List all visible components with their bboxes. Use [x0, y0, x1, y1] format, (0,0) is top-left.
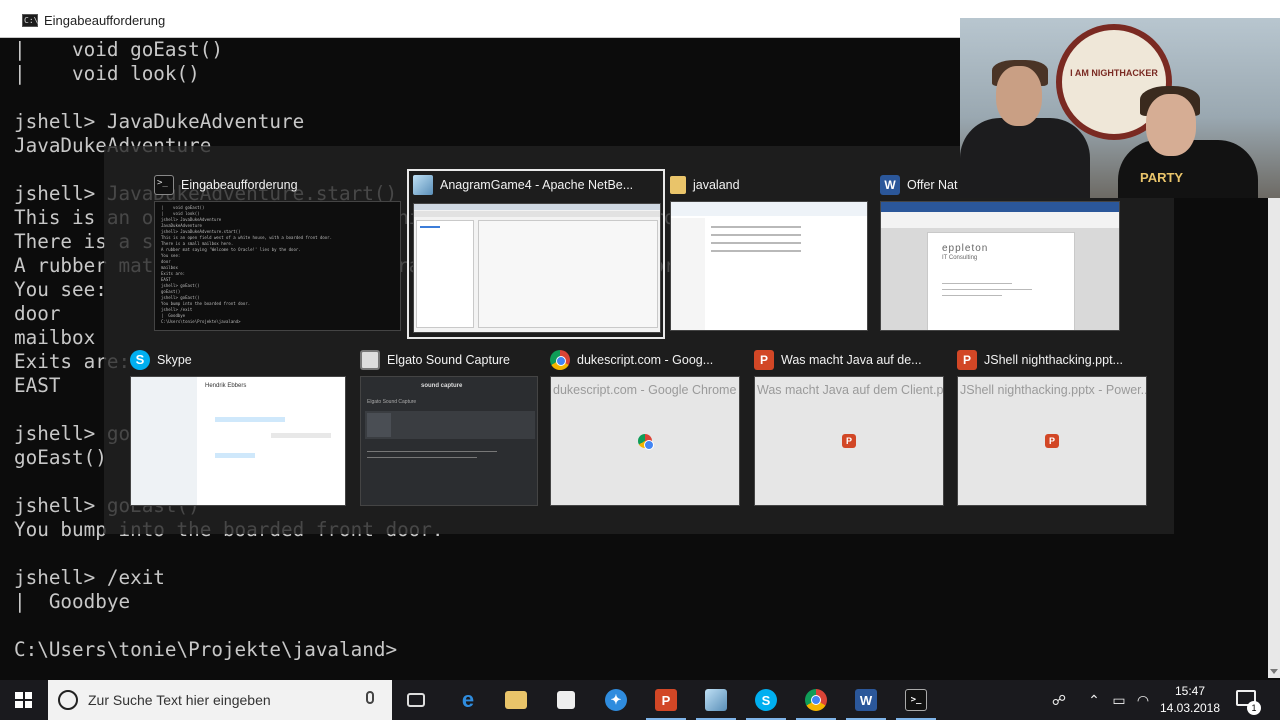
console-line: C:\Users\tonie\Projekte\javaland>: [14, 638, 398, 661]
elgato-icon: [360, 350, 380, 370]
cmd-icon: C:\: [22, 14, 39, 27]
console-line: jshell> /exit: [14, 566, 165, 589]
window-thumbnail: JShell nighthacking.pptx - Power... P: [957, 376, 1147, 506]
start-button[interactable]: [0, 680, 48, 720]
task-card-label: Skype: [157, 353, 192, 367]
taskbar-chrome[interactable]: [792, 680, 840, 720]
shirt-text: PARTY: [1140, 170, 1184, 185]
compass-icon: ✦: [605, 689, 627, 711]
chrome-icon: [638, 434, 654, 450]
wifi-icon[interactable]: ◠: [1132, 680, 1154, 720]
task-switcher: Eingabeaufforderung | void goEast()| voi…: [104, 146, 1174, 534]
task-card-label: javaland: [693, 178, 740, 192]
edge-icon: e: [461, 687, 475, 712]
window-thumbnail: [670, 201, 868, 331]
task-card-cmd[interactable]: Eingabeaufforderung | void goEast()| voi…: [154, 171, 404, 331]
taskbar-skype[interactable]: S: [742, 680, 790, 720]
powerpoint-icon: P: [655, 689, 677, 711]
task-card-label: JShell nighthacking.ppt...: [984, 353, 1123, 367]
clock-time: 15:47: [1174, 684, 1206, 698]
window-thumbnail: | void goEast() | void look() jshell> Java…: [154, 201, 401, 331]
logo-text: I AM NIGHTHACKER: [1070, 68, 1158, 78]
taskbar-store[interactable]: [542, 680, 590, 720]
netbeans-icon: [705, 689, 727, 711]
cortana-icon: [58, 690, 78, 710]
task-card-label: dukescript.com - Goog...: [577, 353, 714, 367]
window-thumbnail: Was macht Java auf dem Client.p... P: [754, 376, 944, 506]
scroll-down-icon[interactable]: [1270, 669, 1278, 674]
powerpoint-icon: P: [842, 434, 856, 448]
desktop: C:\ Eingabeaufforderung | void goEast() |…: [0, 0, 1280, 720]
task-card-label: Eingabeaufforderung: [181, 178, 298, 192]
task-card-powerpoint-1[interactable]: P Was macht Java auf de... Was macht Jav…: [754, 346, 946, 508]
file-explorer-icon: [505, 691, 527, 709]
word-icon: W: [855, 689, 877, 711]
thumbnail-placeholder-text: dukescript.com - Google Chrome: [553, 383, 737, 397]
task-card-netbeans[interactable]: AnagramGame4 - Apache NetBe...: [407, 169, 665, 339]
window-thumbnail: dukescript.com - Google Chrome: [550, 376, 740, 506]
battery-icon[interactable]: ▭: [1108, 680, 1130, 720]
netbeans-icon: [413, 175, 433, 195]
task-card-label: Elgato Sound Capture: [387, 353, 511, 367]
cmd-icon: >_: [905, 689, 927, 711]
presenter-left: [960, 118, 1090, 198]
notification-count: 1: [1247, 701, 1261, 715]
powerpoint-icon: P: [754, 350, 774, 370]
tray-chevron-icon[interactable]: ⌃: [1084, 680, 1104, 720]
console-thumbnail-line: C:\Users\tonie\Projekte\javaland>: [161, 319, 241, 324]
thumbnail-placeholder-text: Was macht Java auf dem Client.p...: [757, 383, 944, 397]
taskbar-powerpoint[interactable]: P: [642, 680, 690, 720]
window-title: Eingabeaufforderung: [44, 13, 166, 28]
console-line: | Goodbye: [14, 590, 131, 613]
task-card-chrome[interactable]: dukescript.com - Goog... dukescript.com …: [550, 346, 742, 508]
app-header: sound capture: [421, 383, 463, 389]
taskbar-file-explorer[interactable]: [492, 680, 540, 720]
task-card-powerpoint-2[interactable]: P JShell nighthacking.ppt... JShell nigh…: [957, 346, 1149, 508]
task-card-elgato[interactable]: Elgato Sound Capture sound capture Elgat…: [360, 346, 540, 508]
task-view-button[interactable]: [392, 680, 440, 720]
app-title: Elgato Sound Capture: [367, 399, 417, 405]
window-thumbnail: [413, 203, 661, 333]
console-thumbnail-text: | void goEast() | void look() jshell> Java…: [155, 202, 400, 328]
thumbnail-placeholder-text: JShell nighthacking.pptx - Power...: [960, 383, 1147, 397]
task-card-skype[interactable]: S Skype Hendrik Ebbers: [130, 346, 348, 508]
skype-icon: S: [755, 689, 777, 711]
clock-date: 14.03.2018: [1159, 701, 1221, 715]
task-card-label: Was macht Java auf de...: [781, 353, 922, 367]
task-card-explorer[interactable]: javaland: [670, 171, 870, 331]
taskbar-safari-like[interactable]: ✦: [592, 680, 640, 720]
document-brand: eppleton: [942, 243, 989, 254]
search-box[interactable]: Zur Suche Text hier eingeben: [48, 680, 392, 720]
window-thumbnail: eppleton IT Consulting: [880, 201, 1120, 331]
cmd-icon: [154, 175, 174, 195]
taskbar-edge[interactable]: e: [444, 680, 492, 720]
taskbar-netbeans[interactable]: [692, 680, 740, 720]
chrome-icon: [805, 689, 827, 711]
chrome-icon: [550, 350, 570, 370]
windows-icon: [15, 692, 32, 708]
word-icon: W: [880, 175, 900, 195]
powerpoint-icon: P: [957, 350, 977, 370]
chat-contact-name: Hendrik Ebbers: [205, 383, 247, 389]
task-card-label: AnagramGame4 - Apache NetBe...: [440, 178, 634, 192]
skype-icon: S: [130, 350, 150, 370]
powerpoint-icon: P: [1045, 434, 1059, 448]
window-thumbnail: sound capture Elgato Sound Capture: [360, 376, 538, 506]
people-icon[interactable]: ☍: [1046, 680, 1072, 720]
system-clock[interactable]: 15:47 14.03.2018: [1152, 683, 1228, 717]
task-view-icon: [407, 693, 425, 707]
taskbar-cmd[interactable]: >_: [892, 680, 940, 720]
webcam-feed: I AM NIGHTHACKER PARTY: [960, 18, 1280, 198]
taskbar: Zur Suche Text hier eingeben e ✦ P S W >…: [0, 680, 1280, 720]
microphone-icon[interactable]: [366, 691, 374, 704]
search-placeholder: Zur Suche Text hier eingeben: [88, 692, 271, 708]
window-thumbnail: Hendrik Ebbers: [130, 376, 346, 506]
taskbar-word[interactable]: W: [842, 680, 890, 720]
document-subtitle: IT Consulting: [942, 255, 978, 261]
store-icon: [557, 691, 575, 709]
task-card-label: Offer Nat: [907, 178, 958, 192]
folder-icon: [670, 176, 686, 194]
